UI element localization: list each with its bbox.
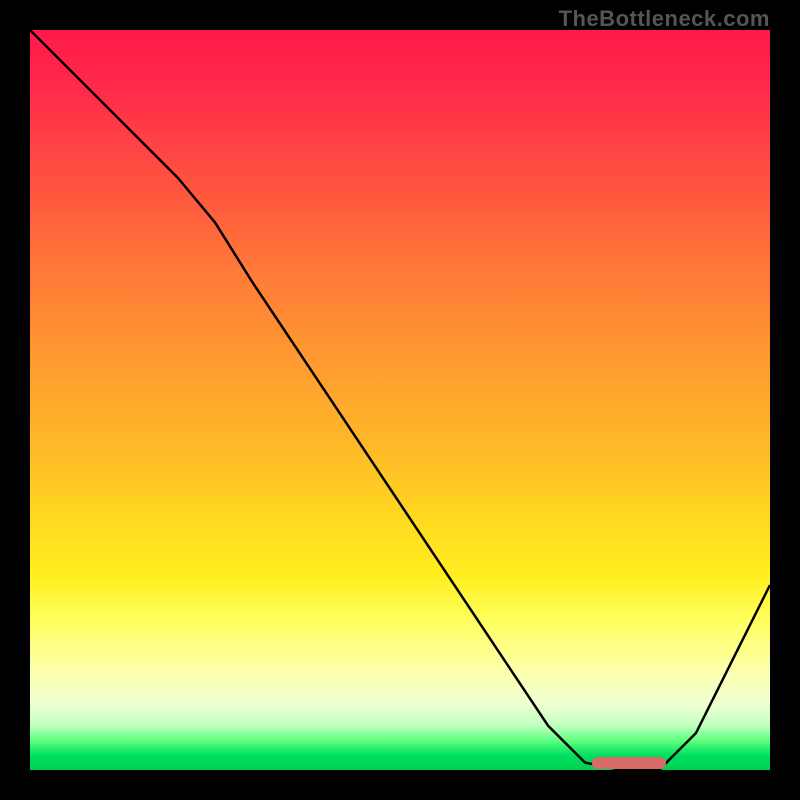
plot-area [30,30,770,770]
watermark-text: TheBottleneck.com [559,6,770,32]
chart-container: TheBottleneck.com [0,0,800,800]
curve-line [30,30,770,770]
optimal-range-marker [592,757,666,769]
